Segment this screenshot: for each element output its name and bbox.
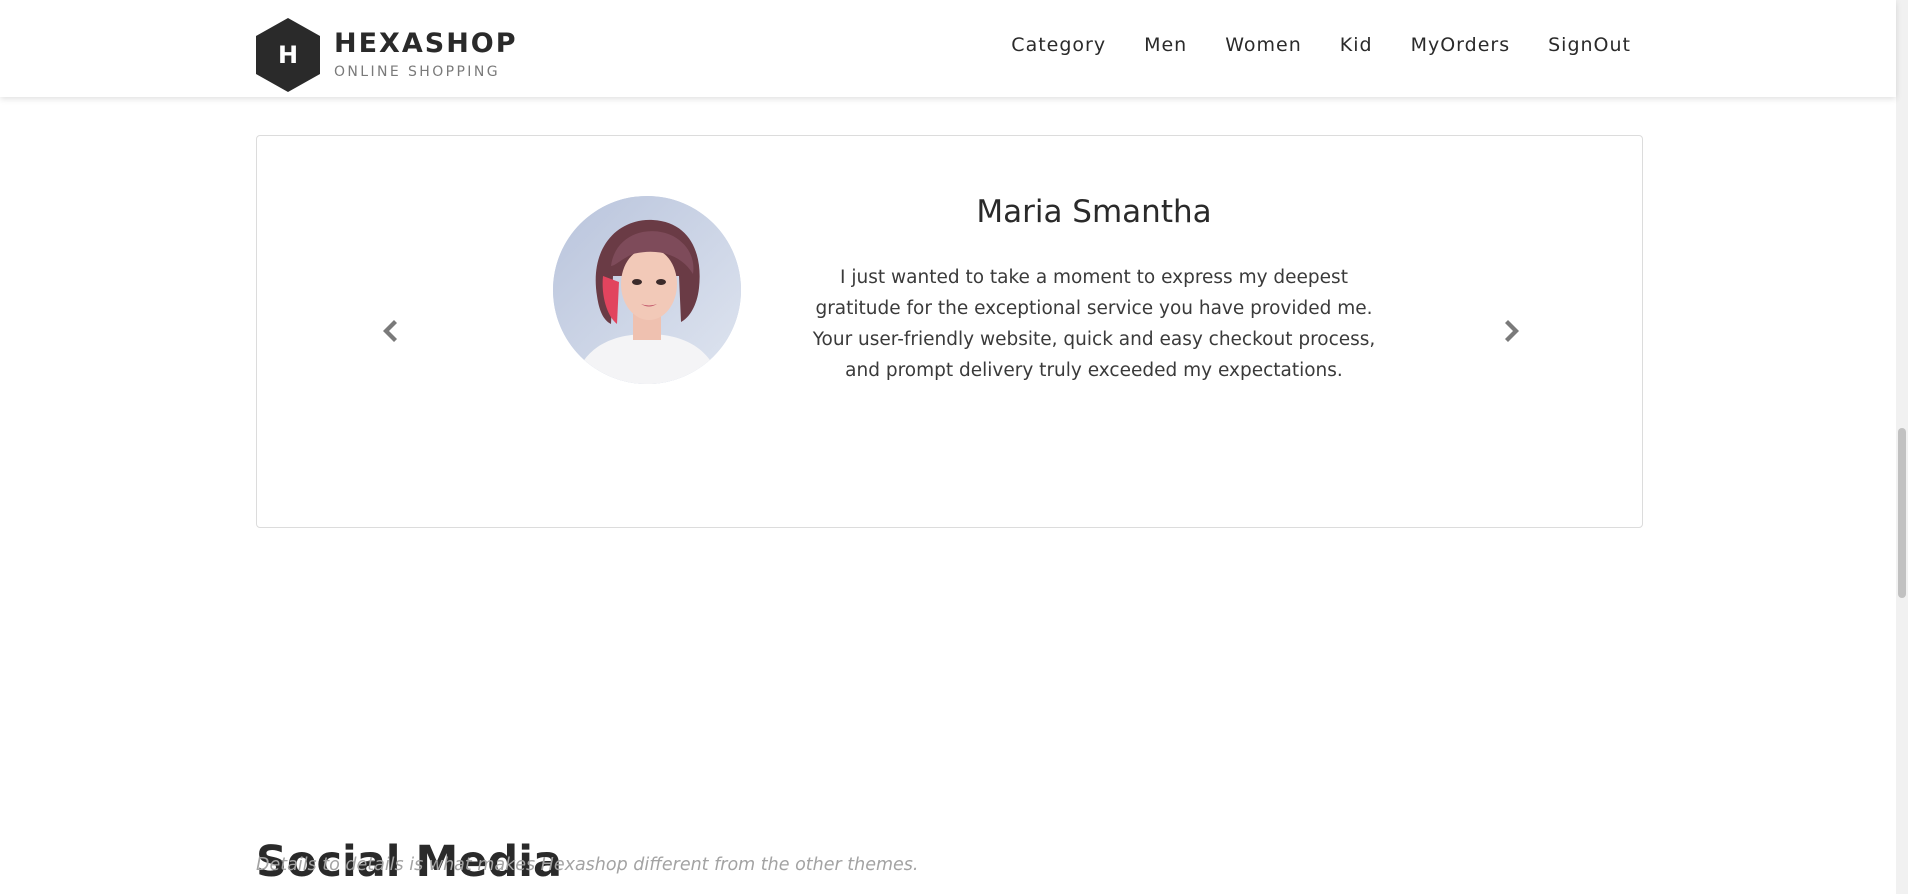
- nav-category[interactable]: Category: [1011, 34, 1106, 56]
- testimonial-name: Maria Smantha: [976, 194, 1212, 230]
- carousel-next-button[interactable]: [1498, 316, 1528, 346]
- chevron-right-icon: [1505, 320, 1519, 342]
- testimonial-text: I just wanted to take a moment to expres…: [812, 267, 1376, 381]
- logo-letter: H: [277, 41, 299, 69]
- logo-text: HEXASHOP ONLINE SHOPPING: [334, 28, 518, 82]
- nav-myorders[interactable]: MyOrders: [1411, 34, 1511, 56]
- testimonial-carousel: Maria Smantha I just wanted to take a mo…: [256, 135, 1643, 528]
- nav-kid[interactable]: Kid: [1340, 34, 1373, 56]
- logo-hexagon-icon: H: [256, 18, 320, 92]
- nav-signout[interactable]: SignOut: [1548, 34, 1631, 56]
- page-scrollbar[interactable]: [1896, 0, 1908, 894]
- scrollbar-thumb[interactable]: [1898, 428, 1906, 598]
- logo-tagline: ONLINE SHOPPING: [334, 64, 500, 80]
- main-nav: Category Men Women Kid MyOrders SignOut: [1011, 34, 1631, 56]
- logo-name: HEXASHOP: [334, 28, 518, 59]
- site-header: H HEXASHOP ONLINE SHOPPING Category Men …: [0, 0, 1896, 97]
- social-media-subtitle: Details to details is what makes Hexasho…: [256, 855, 919, 875]
- chevron-left-icon: [383, 320, 397, 342]
- avatar: [553, 196, 741, 384]
- carousel-prev-button[interactable]: [374, 316, 404, 346]
- nav-men[interactable]: Men: [1144, 34, 1187, 56]
- logo[interactable]: H HEXASHOP ONLINE SHOPPING: [256, 18, 518, 92]
- nav-women[interactable]: Women: [1225, 34, 1302, 56]
